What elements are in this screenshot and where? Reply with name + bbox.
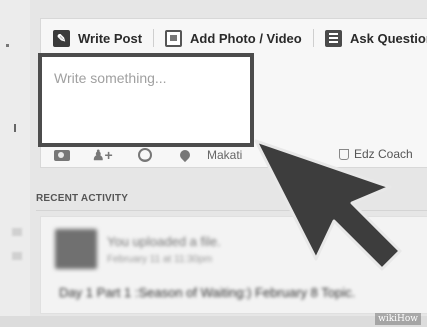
photo-icon [165,29,182,47]
pointer-arrow-icon [254,139,402,271]
side-tick [14,124,16,132]
tab-add-photo-video[interactable]: Add Photo / Video [165,19,302,57]
list-icon [325,29,342,47]
tab-write-post[interactable]: ✎ Write Post [53,19,142,57]
tab-label: Ask Question [350,30,427,46]
left-side-strip [0,0,30,327]
post-input[interactable] [52,69,236,87]
composer-tabs: ✎ Write Post Add Photo / Video Ask Quest… [41,19,427,57]
activity-post-text[interactable]: Day 1 Part 1 :Season of Waiting:) Februa… [59,285,355,300]
recent-activity-header: RECENT ACTIVITY [36,193,129,204]
pencil-icon: ✎ [53,29,70,47]
tab-divider [153,29,154,47]
location-pin-icon[interactable] [177,147,193,163]
tab-label: Write Post [78,30,143,46]
bottom-scrollbar [0,316,427,327]
feeling-icon[interactable]: ‿ [138,147,152,163]
highlighted-post-box [38,53,254,147]
activity-thumbnail[interactable] [55,229,97,269]
camera-icon[interactable] [54,147,70,163]
wikihow-watermark: wikiHow [375,313,421,325]
side-mark [6,44,9,47]
tab-label: Add Photo / Video [190,30,302,46]
activity-title[interactable]: You uploaded a file. [107,234,221,249]
side-fragment [12,228,22,236]
tab-divider [313,29,314,47]
activity-timestamp[interactable]: February 11 at 11:30pm [107,254,212,265]
tab-ask-question[interactable]: Ask Question [325,19,427,57]
location-label[interactable]: Makati [207,148,242,162]
tag-friends-icon[interactable]: ♟+ [92,147,113,163]
side-fragment [12,252,22,260]
